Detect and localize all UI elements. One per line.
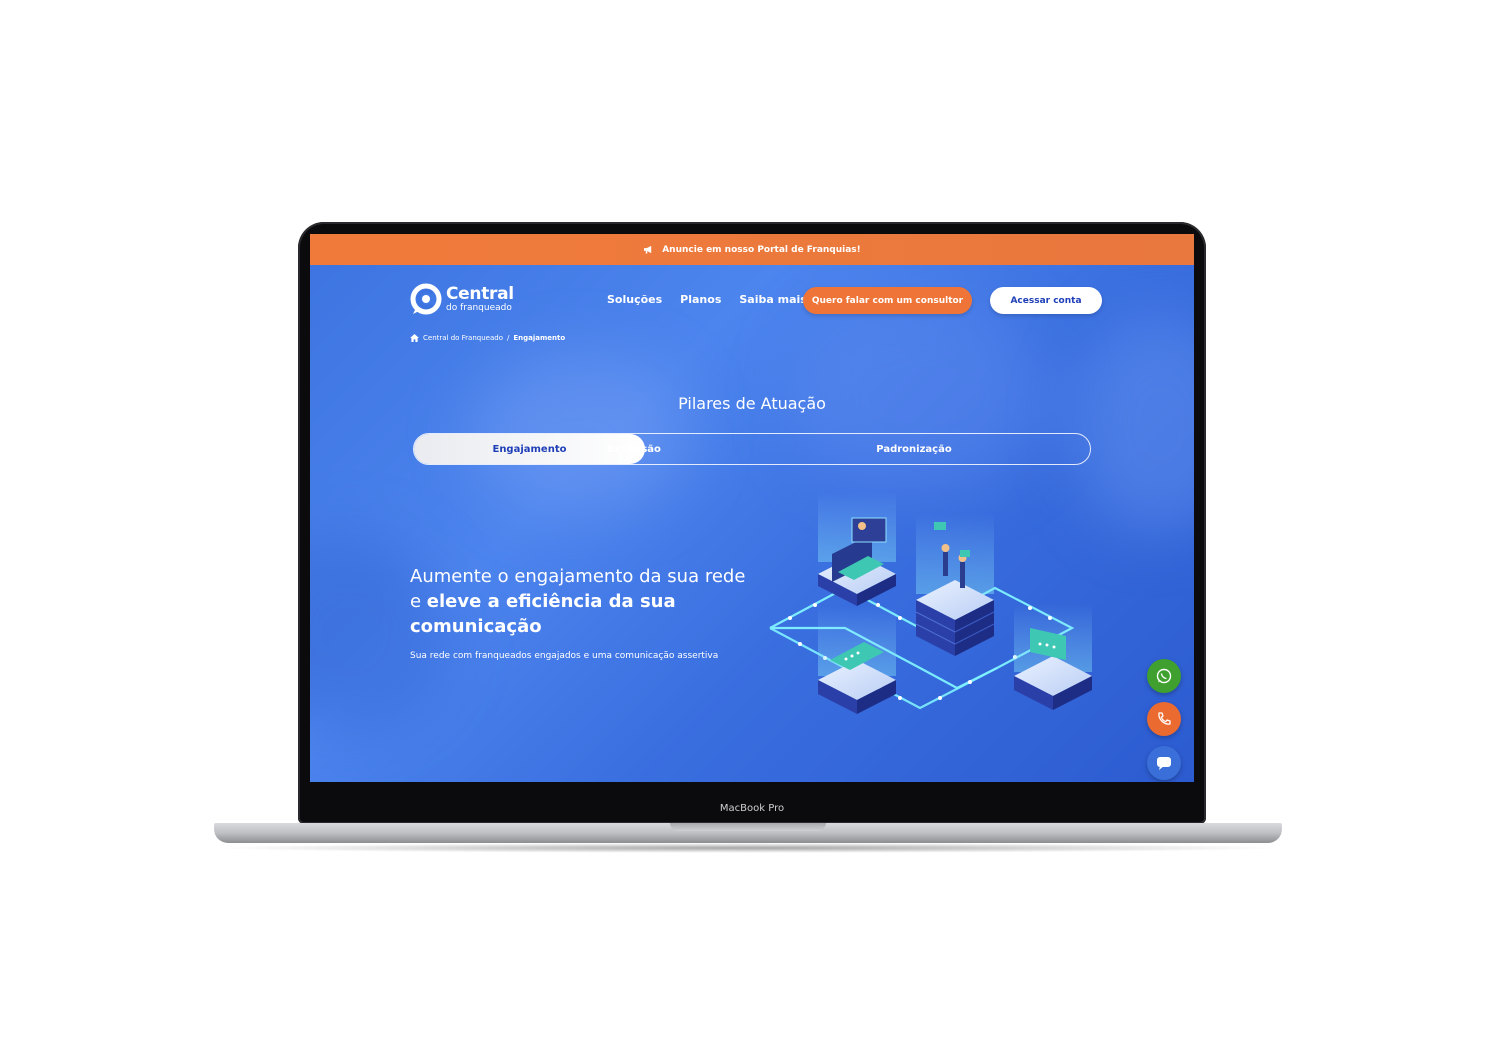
announcement-bar[interactable]: Anuncie em nosso Portal de Franquias! <box>310 234 1194 265</box>
tab-padronizacao[interactable]: Padronização <box>854 434 974 464</box>
whatsapp-icon <box>1156 668 1172 684</box>
hero-subtitle: Sua rede com franqueados engajados e uma… <box>410 651 719 661</box>
website-screen: Anuncie em nosso Portal de Franquias! Ce… <box>310 234 1194 782</box>
logo[interactable]: Central do franqueado <box>410 283 514 315</box>
nav-item-solucoes[interactable]: Soluções <box>607 293 662 306</box>
isometric-network-illustration <box>769 492 1092 714</box>
announcement-prefix: Anuncie em nosso <box>662 244 755 255</box>
whatsapp-button[interactable] <box>1147 659 1181 693</box>
logo-text: Central do franqueado <box>446 283 514 313</box>
tab-expansao[interactable]: Expansão <box>524 434 744 464</box>
account-button[interactable]: Acessar conta <box>990 287 1102 314</box>
screen-bezel-bottom <box>310 782 1194 796</box>
consultant-button[interactable]: Quero falar com um consultor <box>803 287 972 314</box>
logo-subtitle: do franqueado <box>446 302 512 313</box>
breadcrumb-current: Engajamento <box>513 334 566 342</box>
breadcrumb-home[interactable]: Central do Franqueado <box>423 334 503 342</box>
main-nav: Soluções Planos Saiba mais <box>607 293 807 306</box>
hero-headline-part1: Aumente o engajamento da sua rede <box>410 566 746 587</box>
logo-mark-icon <box>410 283 442 315</box>
chat-icon <box>1157 757 1171 770</box>
hero-headline-bold: eleve a eficiência da sua comunicação <box>410 591 676 637</box>
breadcrumb: Central do Franqueado / Engajamento <box>410 334 565 342</box>
device-label: MacBook Pro <box>719 803 785 814</box>
announcement-link[interactable]: Portal de Franquias! <box>757 245 860 255</box>
chat-button[interactable] <box>1147 746 1181 780</box>
phone-icon <box>1158 712 1171 725</box>
phone-button[interactable] <box>1147 702 1181 736</box>
hero-headline-prefix: e <box>410 591 427 612</box>
home-icon <box>410 334 419 342</box>
megaphone-icon <box>644 245 652 254</box>
breadcrumb-separator: / <box>507 334 510 342</box>
section-title: Pilares de Atuação <box>678 394 826 413</box>
hero-headline: Aumente o engajamento da sua rede e elev… <box>410 564 770 639</box>
laptop-shadow <box>210 843 1286 853</box>
nav-item-saiba-mais[interactable]: Saiba mais <box>739 293 806 306</box>
announcement-text: Anuncie em nosso Portal de Franquias! <box>662 245 861 255</box>
logo-title: Central <box>446 283 514 304</box>
laptop-base-notch <box>670 823 826 831</box>
pillars-tabs: Engajamento Expansão Padronização <box>413 433 1091 465</box>
nav-item-planos[interactable]: Planos <box>680 293 721 306</box>
